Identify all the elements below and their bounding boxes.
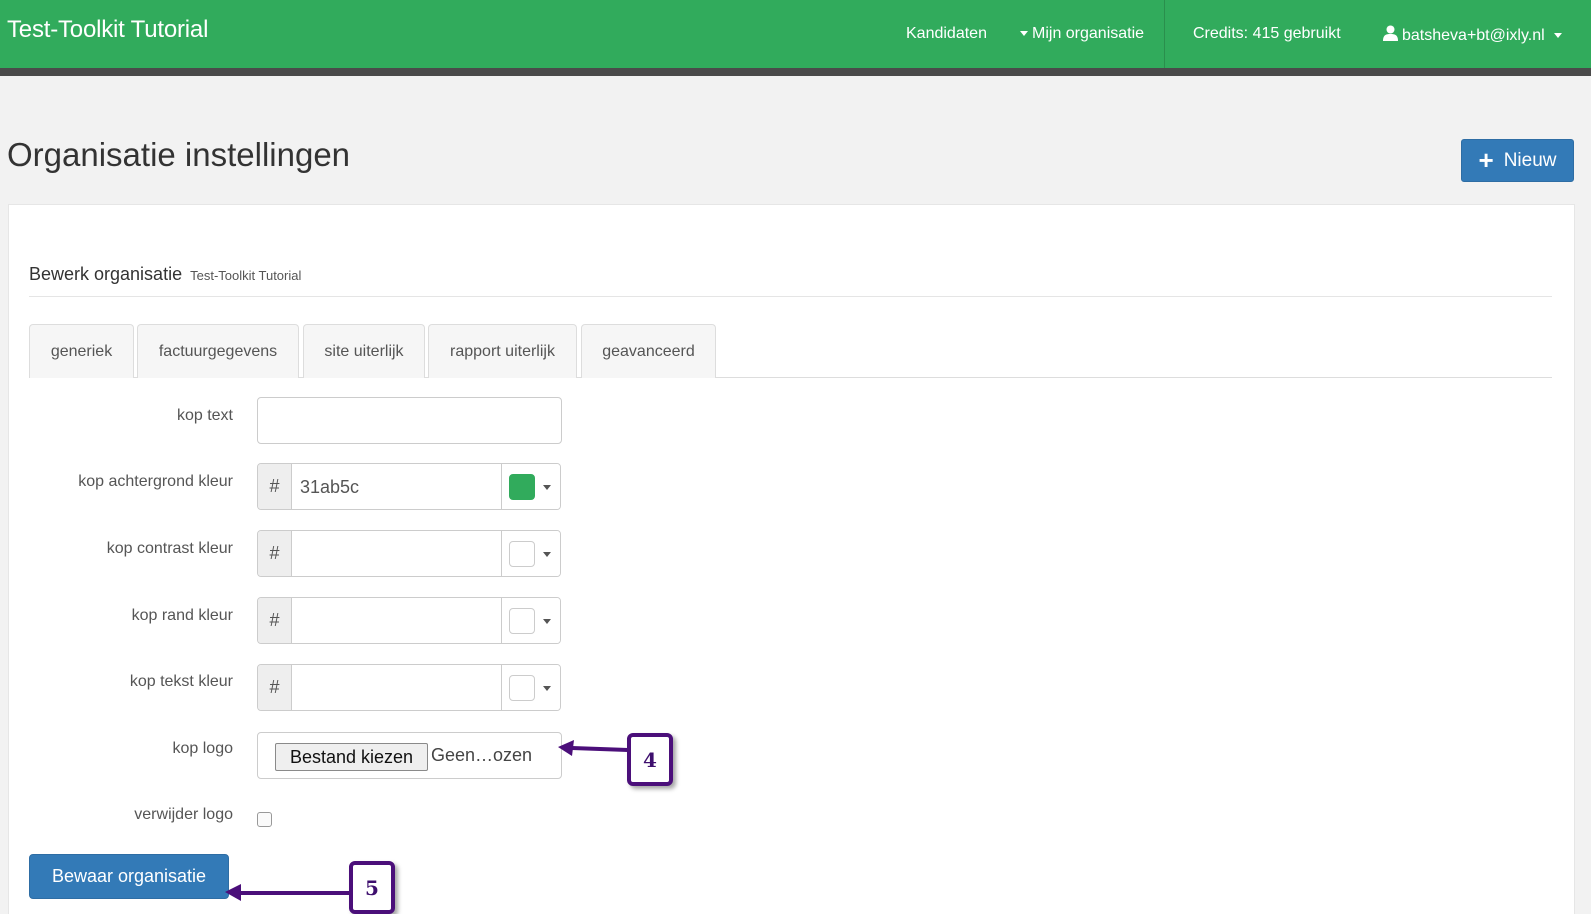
caret-down-icon (1554, 33, 1563, 39)
color-picker-button[interactable] (501, 598, 560, 643)
tab-generiek[interactable]: generiek (29, 324, 134, 378)
user-icon (1383, 25, 1398, 41)
panel-heading-text: Bewerk organisatie (29, 264, 183, 284)
file-status-text: Geen…ozen (431, 745, 533, 765)
kop-logo-file-input[interactable]: Bestand kiezen Geen…ozen (257, 732, 562, 779)
kop-achtergrond-kleur-input[interactable]: 31ab5c (300, 477, 359, 498)
panel-subheading: Test-Toolkit Tutorial (190, 268, 302, 283)
callout-badge: 4 (627, 733, 673, 786)
caret-down-icon (543, 552, 551, 557)
kop-tekst-kleur-group: # (257, 664, 561, 711)
nav-divider (1164, 0, 1165, 68)
kop-achtergrond-kleur-group: # 31ab5c (257, 463, 561, 510)
tab-rapport-uiterlijk[interactable]: rapport uiterlijk (428, 324, 577, 378)
callout-badge: 5 (349, 861, 395, 914)
color-swatch (509, 608, 535, 634)
label-kop-contrast-kleur: kop contrast kleur (106, 540, 233, 557)
save-organisation-button[interactable]: Bewaar organisatie (29, 854, 229, 899)
tab-geavanceerd[interactable]: geavanceerd (581, 324, 716, 378)
color-picker-button[interactable] (501, 464, 560, 509)
heading-divider (29, 296, 1552, 297)
kop-text-input[interactable] (257, 397, 562, 444)
edit-organisation-panel: Bewerk organisatie Test-Toolkit Tutorial… (8, 204, 1575, 914)
nav-mijn-organisatie-label: Mijn organisatie (1032, 25, 1145, 42)
nav-kandidaten[interactable]: Kandidaten (906, 25, 987, 43)
nav-user-email: batsheva+bt@ixly.nl (1402, 27, 1545, 44)
nav-mijn-organisatie-dropdown[interactable]: Mijn organisatie (1020, 25, 1144, 43)
kop-contrast-kleur-group: # (257, 530, 561, 577)
tab-factuurgegevens[interactable]: factuurgegevens (137, 324, 299, 378)
plus-icon: + (1478, 144, 1494, 175)
hash-addon: # (258, 598, 292, 643)
tab-site-uiterlijk[interactable]: site uiterlijk (303, 324, 425, 378)
brand-title[interactable]: Test-Toolkit Tutorial (7, 16, 208, 44)
hash-addon: # (258, 531, 292, 576)
verwijder-logo-checkbox[interactable] (257, 812, 272, 827)
color-swatch (509, 675, 535, 701)
label-kop-logo: kop logo (172, 740, 234, 757)
page-title: Organisatie instellingen (7, 136, 351, 173)
panel-heading: Bewerk organisatie Test-Toolkit Tutorial (29, 264, 301, 285)
caret-down-icon (543, 619, 551, 624)
hash-addon: # (258, 665, 292, 710)
nav-credits: Credits: 415 gebruikt (1193, 25, 1341, 42)
navbar-bottom-border (0, 68, 1591, 76)
hash-addon: # (258, 464, 292, 509)
kop-rand-kleur-group: # (257, 597, 561, 644)
label-kop-rand-kleur: kop rand kleur (131, 607, 233, 624)
caret-down-icon (543, 485, 551, 490)
color-picker-button[interactable] (501, 665, 560, 710)
callout-arrow-icon (558, 740, 629, 756)
color-swatch (509, 474, 535, 500)
label-kop-achtergrond-kleur: kop achtergrond kleur (78, 473, 233, 490)
color-swatch (509, 541, 535, 567)
new-button[interactable]: + Nieuw (1461, 139, 1574, 182)
top-navbar: Test-Toolkit Tutorial Kandidaten Mijn or… (0, 0, 1591, 68)
nav-user-dropdown[interactable]: batsheva+bt@ixly.nl (1383, 25, 1563, 45)
choose-file-button[interactable]: Bestand kiezen (275, 743, 428, 771)
label-kop-tekst-kleur: kop tekst kleur (129, 673, 233, 690)
label-verwijder-logo: verwijder logo (134, 806, 233, 823)
color-picker-button[interactable] (501, 531, 560, 576)
new-button-label: Nieuw (1503, 149, 1557, 171)
label-kop-text: kop text (176, 407, 233, 424)
caret-down-icon (1020, 31, 1028, 37)
caret-down-icon (543, 686, 551, 691)
callout-arrow-icon (225, 884, 351, 901)
